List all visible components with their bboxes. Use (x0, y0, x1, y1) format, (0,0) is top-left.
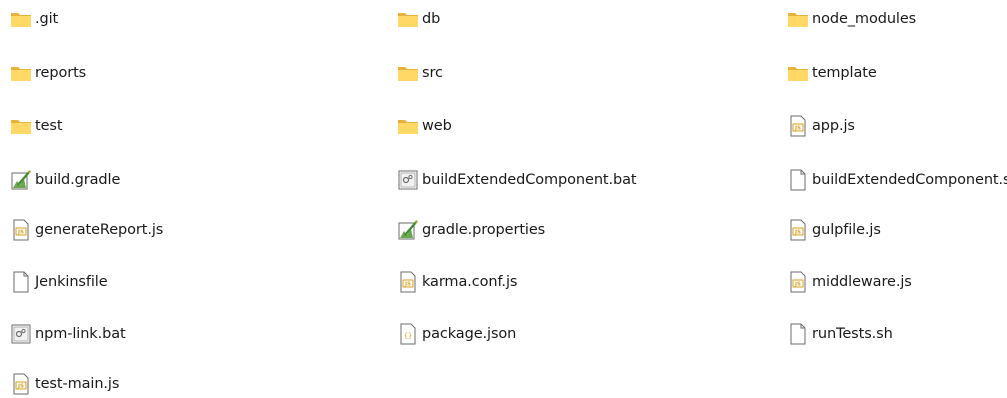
folder-icon (787, 62, 809, 84)
js-file-icon: JS (787, 271, 809, 293)
js-file-icon: JS (787, 115, 809, 137)
folder-item-db[interactable]: db (397, 7, 440, 31)
folder-item-web[interactable]: web (397, 114, 452, 138)
item-label: Jenkinsfile (35, 274, 108, 290)
file-item-build-extended-component-bat[interactable]: buildExtendedComponent.bat (397, 168, 637, 192)
bat-file-icon (10, 323, 32, 345)
item-label: template (812, 65, 877, 81)
folder-icon (10, 62, 32, 84)
file-item-middleware-js[interactable]: JS middleware.js (787, 270, 912, 294)
item-label: runTests.sh (812, 326, 893, 342)
folder-icon (397, 8, 419, 30)
item-label: gradle.properties (422, 222, 546, 238)
folder-item-test[interactable]: test (10, 114, 63, 138)
item-label: reports (35, 65, 87, 81)
gradle-file-icon (397, 219, 419, 241)
folder-item-git[interactable]: .git (10, 7, 58, 31)
item-label: npm-link.bat (35, 326, 126, 342)
file-item-build-extended-component-sh[interactable]: buildExtendedComponent.sh (787, 168, 1007, 192)
item-label: web (422, 118, 452, 134)
item-label: src (422, 65, 443, 81)
file-item-gradle-properties[interactable]: gradle.properties (397, 218, 545, 242)
folder-icon (787, 8, 809, 30)
item-label: karma.conf.js (422, 274, 518, 290)
item-label: gulpfile.js (812, 222, 881, 238)
folder-item-node-modules[interactable]: node_modules (787, 7, 916, 31)
item-label: build.gradle (35, 172, 121, 188)
js-file-icon: JS (10, 373, 32, 395)
svg-text:JS: JS (794, 126, 801, 132)
folder-icon (10, 8, 32, 30)
file-item-karma-conf-js[interactable]: JS karma.conf.js (397, 270, 517, 294)
item-label: middleware.js (812, 274, 912, 290)
item-label: test-main.js (35, 376, 120, 392)
folder-icon (10, 115, 32, 137)
item-label: app.js (812, 118, 855, 134)
file-list: .git db node_modules reports src templat… (0, 0, 1007, 398)
item-label: .git (35, 11, 59, 27)
svg-text:JS: JS (794, 282, 801, 288)
svg-text:JS: JS (404, 282, 411, 288)
item-label: db (422, 11, 441, 27)
file-item-gulpfile-js[interactable]: JS gulpfile.js (787, 218, 881, 242)
file-item-package-json[interactable]: {} package.json (397, 322, 516, 346)
svg-text:JS: JS (794, 230, 801, 236)
file-item-run-tests-sh[interactable]: runTests.sh (787, 322, 893, 346)
folder-icon (397, 115, 419, 137)
folder-item-reports[interactable]: reports (10, 61, 86, 85)
folder-icon (397, 62, 419, 84)
generic-file-icon (10, 271, 32, 293)
svg-text:{}: {} (404, 332, 412, 340)
file-item-npm-link-bat[interactable]: npm-link.bat (10, 322, 126, 346)
item-label: generateReport.js (35, 222, 164, 238)
gradle-file-icon (10, 169, 32, 191)
file-item-jenkinsfile[interactable]: Jenkinsfile (10, 270, 108, 294)
folder-item-template[interactable]: template (787, 61, 877, 85)
bat-file-icon (397, 169, 419, 191)
item-label: test (35, 118, 63, 134)
folder-item-src[interactable]: src (397, 61, 443, 85)
file-item-test-main-js[interactable]: JS test-main.js (10, 372, 119, 396)
file-item-generate-report-js[interactable]: JS generateReport.js (10, 218, 163, 242)
js-file-icon: JS (787, 219, 809, 241)
item-label: package.json (422, 326, 517, 342)
svg-text:JS: JS (17, 230, 24, 236)
js-file-icon: JS (397, 271, 419, 293)
item-label: buildExtendedComponent.bat (422, 172, 637, 188)
js-file-icon: JS (10, 219, 32, 241)
generic-file-icon (787, 323, 809, 345)
file-item-build-gradle[interactable]: build.gradle (10, 168, 120, 192)
generic-file-icon (787, 169, 809, 191)
item-label: node_modules (812, 11, 917, 27)
json-file-icon: {} (397, 323, 419, 345)
svg-text:JS: JS (17, 384, 24, 390)
item-label: buildExtendedComponent.sh (812, 172, 1007, 188)
file-item-app-js[interactable]: JS app.js (787, 114, 855, 138)
